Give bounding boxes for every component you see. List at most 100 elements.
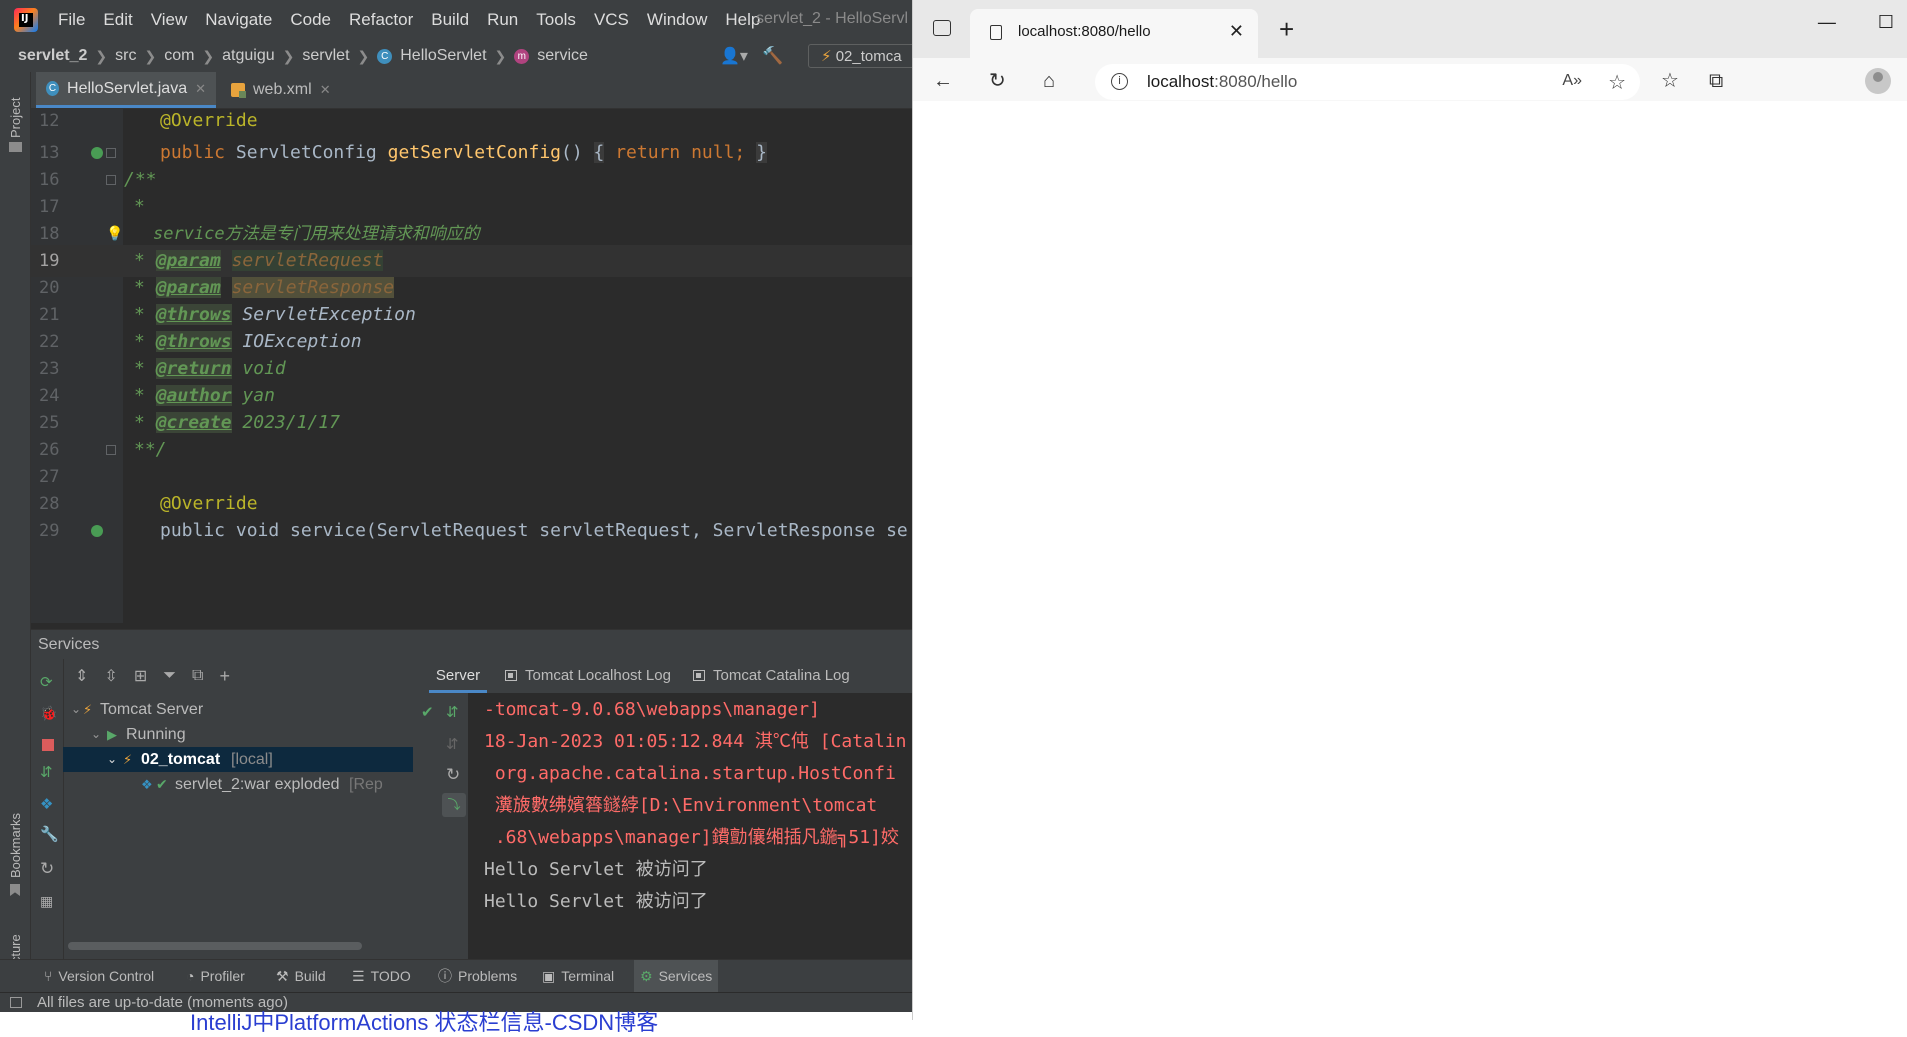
- fold-icon[interactable]: [106, 445, 116, 455]
- menu-tools[interactable]: Tools: [536, 10, 576, 30]
- refresh-icon[interactable]: ↻: [40, 859, 54, 879]
- group-icon[interactable]: ⊞: [134, 666, 147, 686]
- browser-tab[interactable]: localhost:8080/hello ✕: [970, 9, 1258, 58]
- chevron-down-icon[interactable]: ⌄: [91, 722, 101, 747]
- bookmarks-tool-button[interactable]: Bookmarks: [8, 813, 23, 878]
- home-icon[interactable]: ⌂: [1043, 70, 1055, 92]
- tree-node-02-tomcat[interactable]: ⌄ ⚡ 02_tomcat [local]: [63, 747, 413, 772]
- debug-icon[interactable]: 🐞: [40, 705, 57, 722]
- user-icon[interactable]: 👤▾: [720, 46, 748, 66]
- run-configuration-select[interactable]: ⚡ 02_tomca: [808, 44, 912, 68]
- collections-icon[interactable]: ⧉: [1709, 70, 1723, 92]
- status-window-icon[interactable]: [10, 997, 22, 1008]
- stop-icon[interactable]: [42, 739, 54, 751]
- layout-icon[interactable]: ▦: [40, 893, 53, 910]
- menu-view[interactable]: View: [151, 10, 188, 30]
- services-button[interactable]: ⚙ Services: [634, 960, 719, 993]
- back-icon[interactable]: ←: [933, 70, 953, 92]
- rerun-icon[interactable]: ⟳: [40, 673, 53, 691]
- tree-node-tomcat-server[interactable]: ⌄ ⚡ Tomcat Server: [63, 697, 413, 722]
- override-method-icon[interactable]: [91, 147, 103, 159]
- lightbulb-icon[interactable]: 💡: [106, 226, 123, 242]
- collapse-all-icon[interactable]: ⇳: [104, 666, 117, 686]
- profile-avatar[interactable]: [1865, 68, 1891, 94]
- close-icon[interactable]: ✕: [320, 82, 331, 98]
- tab-tomcat-catalina-log[interactable]: Tomcat Catalina Log: [693, 659, 850, 693]
- close-tab-icon[interactable]: ✕: [1229, 21, 1244, 42]
- new-tab-icon[interactable]: +: [1279, 14, 1294, 45]
- project-tool-button[interactable]: Project: [8, 98, 23, 138]
- breadcrumb-atguigu[interactable]: atguigu: [222, 47, 275, 65]
- services-icon: ⚙: [640, 968, 653, 984]
- menu-code[interactable]: Code: [290, 10, 331, 30]
- intellij-logo-icon[interactable]: IJ: [14, 8, 38, 32]
- read-aloud-icon[interactable]: A»: [1562, 72, 1582, 90]
- refresh-icon[interactable]: ↻: [446, 765, 460, 785]
- breadcrumb-project[interactable]: servlet_2: [18, 47, 87, 65]
- menu-build[interactable]: Build: [431, 10, 469, 30]
- soft-wrap-icon[interactable]: ⤵: [442, 793, 466, 817]
- chevron-down-icon[interactable]: ⌄: [107, 747, 117, 772]
- minimize-icon[interactable]: —: [1818, 12, 1836, 33]
- check-icon: ✔: [156, 776, 168, 792]
- menu-run[interactable]: Run: [487, 10, 518, 30]
- override-method-icon[interactable]: [91, 525, 103, 537]
- doc-star: *: [134, 358, 145, 379]
- fold-icon[interactable]: [106, 175, 116, 185]
- expand-all-icon[interactable]: ⇕: [75, 666, 88, 686]
- artifact-icon: ❖: [141, 777, 153, 792]
- terminal-button[interactable]: ▣ Terminal: [542, 960, 614, 993]
- page-icon: [990, 25, 1002, 40]
- breadcrumb-servlet[interactable]: servlet: [302, 47, 349, 65]
- services-tree: ⌄ ⚡ Tomcat Server ⌄ ▶ Running ⌄ ⚡ 02_tom…: [63, 693, 413, 959]
- services-panel-title: Services: [31, 629, 912, 659]
- fold-icon[interactable]: [106, 148, 116, 158]
- tab-actions-icon[interactable]: [933, 20, 951, 36]
- build-button[interactable]: ⚒ Build: [276, 960, 326, 993]
- tree-node-artifact[interactable]: ❖ ✔ servlet_2:war exploded [Rep: [63, 772, 413, 797]
- breadcrumb-src[interactable]: src: [115, 47, 136, 65]
- console-line: Hello Servlet 被访问了: [484, 859, 708, 880]
- menu-window[interactable]: Window: [647, 10, 707, 30]
- tab-helloservlet-java[interactable]: C HelloServlet.java ✕: [36, 72, 216, 108]
- menu-refactor[interactable]: Refactor: [349, 10, 413, 30]
- tree-node-running[interactable]: ⌄ ▶ Running: [63, 722, 413, 747]
- tab-tomcat-localhost-log[interactable]: Tomcat Localhost Log: [505, 659, 671, 693]
- menu-bar: IJ File Edit View Navigate Code Refactor…: [0, 0, 912, 40]
- reload-icon[interactable]: ↻: [989, 70, 1006, 92]
- console-output[interactable]: -tomcat-9.0.68\webapps\manager] 18-Jan-2…: [470, 693, 912, 959]
- breadcrumb-method[interactable]: service: [537, 47, 588, 65]
- add-favorite-icon[interactable]: ☆: [1608, 70, 1626, 95]
- address-bar[interactable]: i localhost:8080/hello A» ☆: [1095, 64, 1640, 100]
- tab-server[interactable]: Server: [429, 659, 487, 693]
- doc-star: *: [134, 250, 145, 271]
- code-editor[interactable]: 12 @Override 13 public ServletConfig get…: [31, 109, 912, 623]
- close-icon[interactable]: ✕: [195, 81, 206, 97]
- menu-edit[interactable]: Edit: [103, 10, 132, 30]
- tab-web-xml[interactable]: web.xml ✕: [221, 72, 351, 108]
- wrench-icon[interactable]: 🔧: [40, 825, 59, 843]
- maximize-icon[interactable]: ☐: [1878, 12, 1894, 33]
- filter-icon[interactable]: ⏷: [163, 667, 176, 685]
- info-icon[interactable]: i: [1111, 73, 1128, 90]
- favorites-icon[interactable]: ☆: [1661, 70, 1679, 92]
- menu-navigate[interactable]: Navigate: [205, 10, 272, 30]
- horizontal-scrollbar[interactable]: [68, 942, 362, 950]
- chevron-down-icon[interactable]: ⌄: [71, 697, 81, 722]
- breadcrumb-class[interactable]: HelloServlet: [400, 47, 486, 65]
- menu-file[interactable]: File: [58, 10, 85, 30]
- artifact-icon[interactable]: ❖: [40, 795, 53, 813]
- menu-vcs[interactable]: VCS: [594, 10, 629, 30]
- profiler-button[interactable]: ◔ Profiler: [186, 960, 245, 993]
- url-text[interactable]: localhost:8080/hello: [1147, 72, 1297, 92]
- problems-button[interactable]: ⓘ Problems: [438, 960, 517, 993]
- deploy-icon[interactable]: ⇵: [40, 763, 53, 781]
- undeploy-icon[interactable]: ⇵: [446, 735, 459, 753]
- deploy-icon[interactable]: ⇵: [446, 703, 459, 721]
- breadcrumb-com[interactable]: com: [164, 47, 194, 65]
- version-control-button[interactable]: ⑂ Version Control: [44, 960, 154, 993]
- todo-button[interactable]: ☰ TODO: [352, 960, 411, 993]
- hammer-icon[interactable]: 🔨: [762, 46, 783, 66]
- add-icon[interactable]: +: [219, 666, 230, 687]
- new-tab-icon[interactable]: ⧉: [192, 667, 203, 685]
